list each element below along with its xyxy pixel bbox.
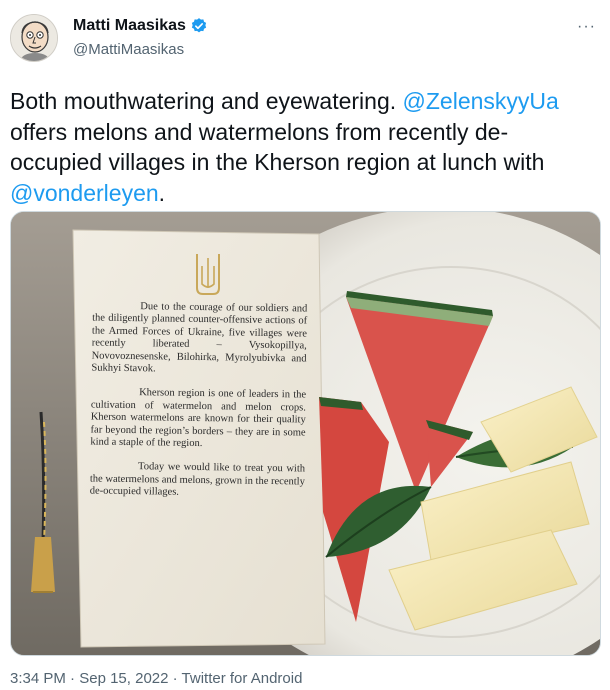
menu-paragraph: Due to the courage of our soldiers and t… — [91, 301, 308, 375]
tweet-header: Matti Maasikas @MattiMaasikas ··· — [10, 10, 600, 66]
mention-link-zelenskyyua[interactable]: @ZelenskyyUa — [403, 88, 559, 114]
tweet-date[interactable]: Sep 15, 2022 — [79, 670, 168, 687]
tweet-text: Both mouthwatering and eyewatering. @Zel… — [10, 86, 600, 208]
tweet-time[interactable]: 3:34 PM — [10, 670, 66, 687]
tweet-text-part: Both mouthwatering and eyewatering. — [10, 88, 403, 114]
author-handle[interactable]: @MattiMaasikas — [73, 41, 184, 58]
tweet-footer: 3:34 PM · Sep 15, 2022 · Twitter for And… — [10, 670, 302, 687]
menu-paragraph: Kherson region is one of leaders in the … — [90, 387, 307, 450]
author-name[interactable]: Matti Maasikas — [73, 17, 186, 35]
avatar[interactable] — [10, 14, 58, 62]
separator-dot: · — [65, 670, 80, 687]
menu-card-text: Due to the courage of our soldiers and t… — [90, 301, 308, 502]
tweet-text-part: . — [158, 179, 166, 206]
more-options-ellipsis-icon[interactable]: ··· — [577, 18, 596, 36]
tweet-photo[interactable]: Due to the courage of our soldiers and t… — [10, 211, 601, 656]
author-name-row[interactable]: Matti Maasikas — [73, 17, 208, 35]
caricature-avatar-icon — [11, 15, 57, 61]
verified-badge-icon — [190, 17, 208, 35]
menu-paragraph: Today we would like to treat you with th… — [89, 461, 306, 499]
tweet-source[interactable]: Twitter for Android — [182, 670, 303, 687]
separator-dot: · — [168, 670, 182, 687]
mention-link-vonderleyen[interactable]: @vonderleyen — [10, 180, 159, 206]
tweet-text-part: offers melons and watermelons from recen… — [10, 118, 545, 176]
